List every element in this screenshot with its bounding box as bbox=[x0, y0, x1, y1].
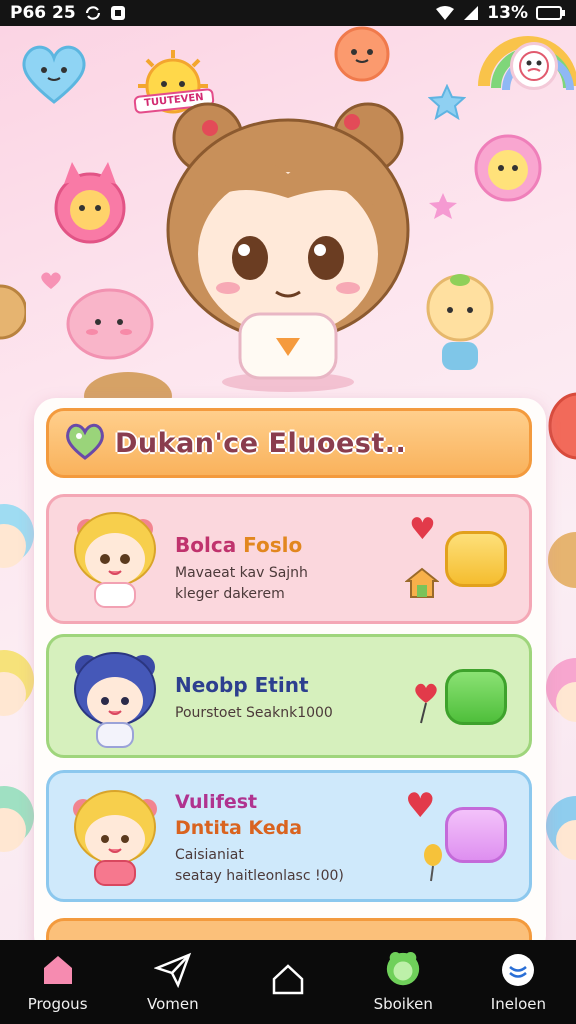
notification-icon bbox=[110, 5, 126, 21]
character-desc-3: Caisianiat bbox=[175, 847, 244, 863]
pink-cloud-sticker bbox=[62, 282, 158, 366]
sync-icon bbox=[84, 5, 102, 21]
pink-flower-sticker bbox=[466, 128, 550, 212]
character-name-3a: Vulifest bbox=[175, 791, 258, 813]
bottom-nav: Progous Vomen Sboiken Ineloen bbox=[0, 940, 576, 1024]
side-chibi-left-3 bbox=[0, 780, 34, 894]
character-avatar-1 bbox=[67, 507, 163, 611]
wifi-icon bbox=[435, 5, 455, 21]
panel-title: Dukan'ce Eluoest.. bbox=[115, 427, 407, 459]
panel-header: Dukan'ce Eluoest.. bbox=[46, 408, 532, 478]
profile-icon bbox=[499, 951, 537, 989]
nav-label-home: Progous bbox=[27, 995, 88, 1013]
nav-label-send: Vomen bbox=[146, 995, 199, 1013]
character-name-3b: Dntita Keda bbox=[175, 817, 303, 839]
pink-cat-sticker bbox=[42, 160, 138, 252]
character-desc-1b: kleger dakerem bbox=[175, 586, 285, 602]
nav-item-profile[interactable]: Ineloen bbox=[461, 940, 576, 1024]
battery-percent: 13% bbox=[487, 3, 528, 23]
blue-star-icon bbox=[427, 83, 467, 124]
house-sticker-icon bbox=[404, 567, 440, 603]
heart-icon-3: ♥ bbox=[405, 786, 436, 826]
home-icon bbox=[39, 951, 77, 989]
side-chibi-left-2 bbox=[0, 644, 34, 758]
pink-star-icon bbox=[428, 192, 458, 224]
status-time: P66 25 bbox=[10, 3, 76, 23]
paper-plane-icon bbox=[153, 951, 192, 989]
character-desc-2: Pourstoet Seaknk1000 bbox=[175, 705, 333, 721]
status-bar: P66 25 13% bbox=[0, 0, 576, 26]
character-name-2: Neobp Etint bbox=[175, 673, 309, 697]
character-desc-1: Mavaeat kav Sajnh bbox=[175, 565, 308, 581]
bear-sticker-left bbox=[0, 272, 28, 356]
nav-label-profile: Ineloen bbox=[490, 995, 547, 1013]
heart-balloon-icon bbox=[413, 681, 439, 729]
signal-icon bbox=[463, 5, 479, 21]
green-action-button[interactable] bbox=[445, 669, 507, 725]
blue-heart-sticker bbox=[18, 40, 90, 110]
strawberry-sticker-right bbox=[548, 390, 576, 468]
character-name-1a: Bolca bbox=[175, 533, 237, 557]
side-chibi-right-1 bbox=[546, 520, 576, 624]
character-card-1[interactable]: Bolca Foslo Mavaeat kav Sajnh kleger dak… bbox=[46, 494, 532, 624]
heart-gem-icon bbox=[65, 422, 105, 464]
yellow-balloon-icon bbox=[421, 843, 445, 887]
small-heart-icon bbox=[40, 270, 62, 294]
character-card-2[interactable]: Neobp Etint Pourstoet Seaknk1000 bbox=[46, 634, 532, 758]
nav-item-characters[interactable]: Sboiken bbox=[346, 940, 461, 1024]
character-name-1b: Foslo bbox=[243, 533, 303, 557]
yellow-action-button[interactable] bbox=[445, 531, 507, 587]
character-avatar-3 bbox=[67, 785, 163, 889]
purple-action-button[interactable] bbox=[445, 807, 507, 863]
orange-flower-sticker bbox=[326, 22, 398, 90]
character-card-3[interactable]: Vulifest Dntita Keda Caisianiat seatay h… bbox=[46, 770, 532, 902]
house-outline-icon bbox=[269, 960, 307, 998]
side-chibi-right-2 bbox=[546, 648, 576, 762]
nav-label-characters: Sboiken bbox=[373, 995, 433, 1013]
heart-icon: ♥ bbox=[409, 512, 436, 547]
baby-sticker bbox=[414, 264, 506, 388]
nav-item-home[interactable]: Progous bbox=[0, 940, 115, 1024]
profile-avatar-button[interactable] bbox=[510, 42, 558, 90]
character-avatar-2 bbox=[67, 647, 163, 751]
nav-item-send[interactable]: Vomen bbox=[115, 940, 230, 1024]
side-chibi-left-1 bbox=[0, 498, 34, 612]
side-chibi-right-3 bbox=[546, 786, 576, 900]
battery-icon bbox=[536, 5, 566, 21]
nav-item-house[interactable] bbox=[230, 940, 345, 1024]
character-desc-3b: seatay haitleonlasc !00) bbox=[175, 868, 344, 884]
main-character-illustration bbox=[156, 98, 420, 398]
character-icon bbox=[384, 951, 422, 989]
